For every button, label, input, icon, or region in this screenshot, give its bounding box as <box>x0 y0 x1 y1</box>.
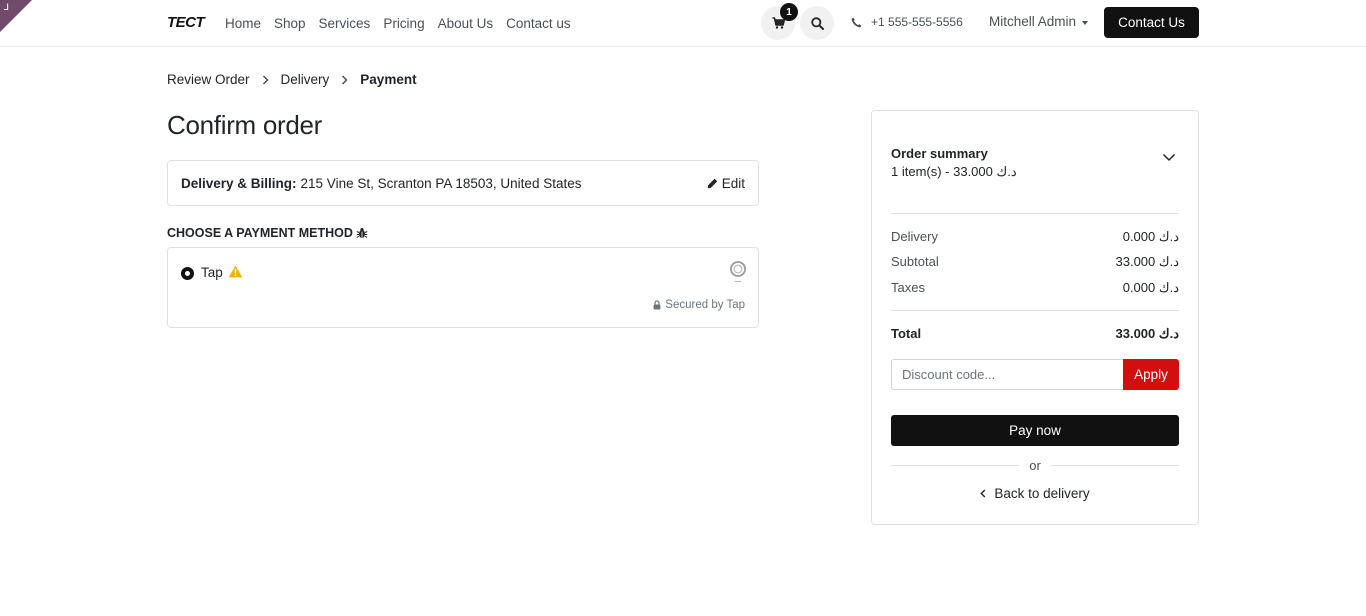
tap-logo-icon <box>730 261 746 282</box>
chevron-right-icon <box>342 74 348 85</box>
nav-about-us[interactable]: About Us <box>438 16 494 31</box>
payment-method-heading-text: CHOOSE A PAYMENT METHOD <box>167 226 353 240</box>
delivery-billing-label: Delivery & Billing: <box>181 175 297 191</box>
search-icon <box>810 16 824 30</box>
delivery-billing-address: 215 Vine St, Scranton PA 18503, United S… <box>300 175 582 191</box>
subtotal-row: Subtotal 33.000 د.ك <box>891 254 1179 270</box>
subtotal-value: 33.000 د.ك <box>1115 254 1180 269</box>
apply-discount-button[interactable]: Apply <box>1123 359 1179 390</box>
pencil-icon <box>707 178 717 188</box>
subtotal-label: Subtotal <box>891 254 939 269</box>
total-value: 33.000 د.ك <box>1115 326 1180 341</box>
discount-form: Apply <box>891 359 1179 390</box>
secured-label: Secured by Tap <box>665 299 745 311</box>
main-nav: Home Shop Services Pricing About Us Cont… <box>225 0 571 46</box>
back-to-delivery-link[interactable]: Back to delivery <box>872 486 1198 501</box>
separator-line <box>891 464 1020 466</box>
summary-divider <box>891 213 1179 214</box>
delivery-label: Delivery <box>891 229 938 244</box>
taxes-label: Taxes <box>891 280 925 295</box>
tap-radio[interactable] <box>181 267 194 280</box>
delivery-billing-card: Delivery & Billing: 215 Vine St, Scranto… <box>167 160 759 206</box>
tap-method-label[interactable]: Tap <box>201 265 223 280</box>
order-summary-items: 1 item(s) - 33.000 د.ك <box>891 164 1017 179</box>
contact-us-button[interactable]: Contact Us <box>1104 7 1199 38</box>
chevron-right-icon <box>262 74 269 85</box>
warning-icon <box>228 265 243 278</box>
nav-contact-us[interactable]: Contact us <box>506 16 571 31</box>
pay-now-button[interactable]: Pay now <box>891 415 1179 446</box>
user-name: Mitchell Admin <box>989 14 1077 29</box>
lock-icon <box>653 300 661 310</box>
separator-line <box>1050 464 1179 466</box>
discount-code-input[interactable] <box>891 359 1123 390</box>
taxes-value: 0.000 د.ك <box>1122 280 1179 295</box>
summary-divider <box>891 310 1179 311</box>
corner-icon: ⅃ <box>4 3 10 13</box>
breadcrumb-delivery[interactable]: Delivery <box>281 72 330 87</box>
user-menu[interactable]: Mitchell Admin <box>989 14 1089 29</box>
chevron-down-icon[interactable] <box>1162 153 1176 162</box>
phone-link[interactable]: +1 555-555-5556 <box>851 15 963 29</box>
or-label: or <box>1029 457 1041 473</box>
total-row: Total 33.000 د.ك <box>891 326 1179 342</box>
cart-count-badge: 1 <box>780 3 798 21</box>
back-to-delivery-label: Back to delivery <box>994 486 1090 501</box>
search-button[interactable] <box>800 6 834 40</box>
taxes-row: Taxes 0.000 د.ك <box>891 280 1179 296</box>
or-separator: or <box>891 457 1179 473</box>
caret-down-icon <box>1082 20 1089 25</box>
bug-icon[interactable] <box>356 227 368 239</box>
payment-method-heading: CHOOSE A PAYMENT METHOD <box>167 226 368 240</box>
total-label: Total <box>891 326 922 341</box>
payment-method-card[interactable]: Tap Secured by Tap <box>167 247 759 328</box>
nav-shop[interactable]: Shop <box>274 16 306 31</box>
checkout-breadcrumb: Review Order Delivery Payment <box>167 72 417 87</box>
order-summary-card: Order summary 1 item(s) - 33.000 د.ك Del… <box>871 110 1199 525</box>
phone-number: +1 555-555-5556 <box>871 15 963 29</box>
nav-home[interactable]: Home <box>225 16 261 31</box>
breadcrumb-payment: Payment <box>360 72 417 87</box>
cart-button[interactable]: 1 <box>761 3 798 40</box>
phone-icon <box>851 17 862 27</box>
chevron-left-icon <box>980 489 986 498</box>
delivery-value: 0.000 د.ك <box>1122 229 1179 244</box>
nav-services[interactable]: Services <box>319 16 371 31</box>
edit-address-link[interactable]: Edit <box>707 176 745 191</box>
delivery-row: Delivery 0.000 د.ك <box>891 229 1179 245</box>
breadcrumb-review-order[interactable]: Review Order <box>167 72 250 87</box>
page-title: Confirm order <box>167 110 323 140</box>
order-summary-title: Order summary <box>891 146 988 161</box>
site-logo[interactable]: TECT <box>167 14 205 31</box>
edit-label: Edit <box>721 175 745 191</box>
nav-pricing[interactable]: Pricing <box>383 16 424 31</box>
site-header: ⅃ TECT Home Shop Services Pricing About … <box>0 0 1366 47</box>
secured-by-tap: Secured by Tap <box>653 299 745 311</box>
